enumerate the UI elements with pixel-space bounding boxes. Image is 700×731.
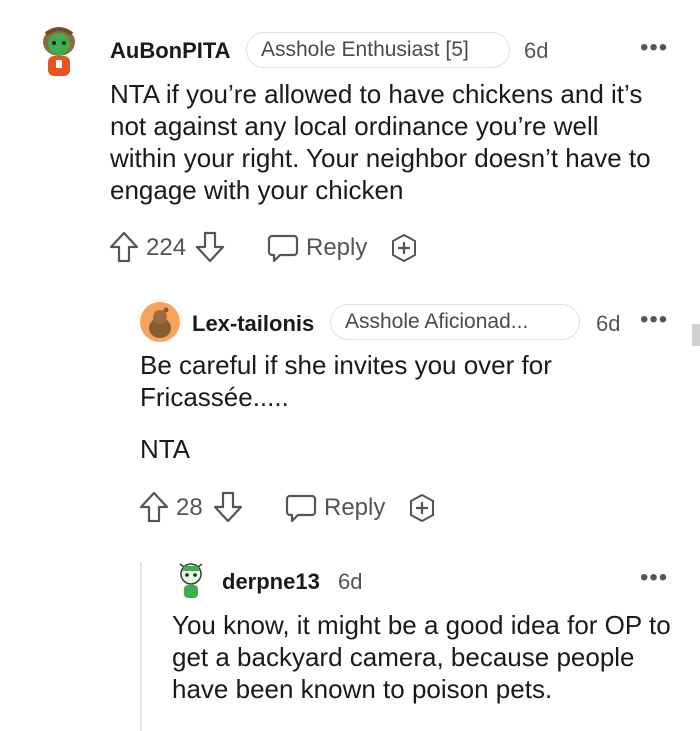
comment-body-second-paragraph: NTA [140,434,191,464]
downvote-button[interactable] [212,490,244,524]
speech-bubble-icon [267,234,299,263]
comment-age: 6d [596,311,621,336]
upvote-arrow-icon [139,491,169,523]
user-flair: Asshole Aficionad... [330,304,580,340]
comment-body: You know, it might be a good idea for OP… [172,610,671,704]
reply-button[interactable]: Reply [284,492,385,524]
more-options-icon[interactable]: ••• [640,36,668,60]
downvote-button[interactable] [194,230,226,264]
comment-age: 6d [338,569,363,594]
comment-actions: 28 Reply [138,488,668,528]
plus-circle-icon [392,233,416,263]
comment-body: Be careful if she invites you over for F… [140,350,552,412]
comment-username[interactable]: Lex-tailonis [192,311,314,337]
award-button[interactable] [388,232,420,264]
upvote-button[interactable] [108,230,140,264]
scrollbar-thumb[interactable] [692,324,700,346]
vote-count: 224 [146,234,187,261]
award-button[interactable] [406,492,438,524]
plus-circle-icon [410,493,434,523]
comment-username[interactable]: derpne13 [222,569,320,595]
downvote-arrow-icon [195,231,225,263]
user-avatar[interactable] [36,24,82,80]
user-avatar[interactable] [140,302,180,342]
snoo-avatar-icon [179,563,203,598]
speech-bubble-icon [285,494,317,523]
comment-age: 6d [524,38,549,63]
more-options-icon[interactable]: ••• [640,566,668,590]
downvote-arrow-icon [213,491,243,523]
more-options-icon[interactable]: ••• [640,308,668,332]
snoo-avatar-icon [140,302,180,342]
reply-label: Reply [306,234,368,261]
user-flair: Asshole Enthusiast [5] [246,32,510,68]
user-avatar[interactable] [174,560,208,602]
snoo-avatar-icon [43,27,75,76]
thread-line[interactable] [140,562,142,731]
reply-button[interactable]: Reply [266,232,367,264]
upvote-arrow-icon [109,231,139,263]
reply-label: Reply [324,494,386,521]
comment-body: NTA if you’re allowed to have chickens a… [110,79,651,205]
vote-count: 28 [176,494,203,521]
comment-username[interactable]: AuBonPITA [110,38,231,64]
upvote-button[interactable] [138,490,170,524]
comment-actions: 224 Reply [108,228,668,268]
